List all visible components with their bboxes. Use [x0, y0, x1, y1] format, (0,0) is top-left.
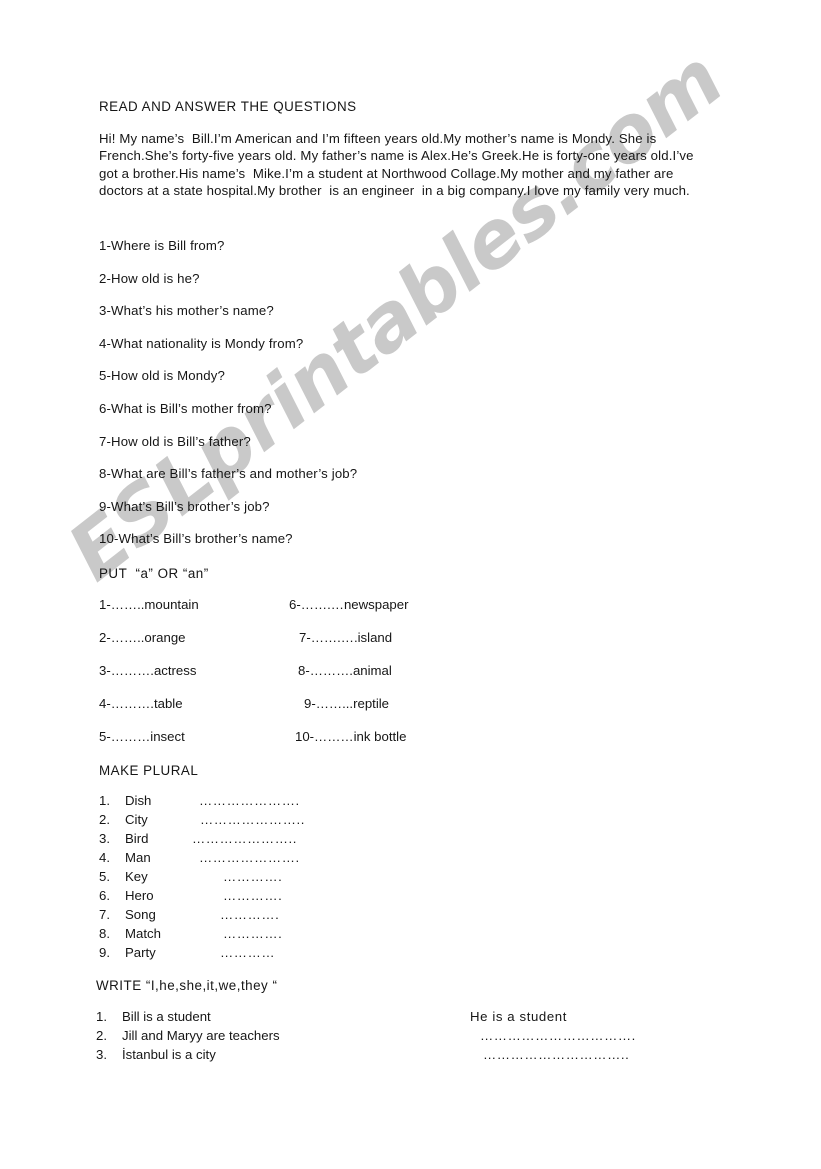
question-item: 1-Where is Bill from? — [99, 238, 225, 253]
plural-answer-blank[interactable]: ………… — [220, 945, 275, 960]
worksheet-content: READ AND ANSWER THE QUESTIONS Hi! My nam… — [0, 0, 821, 1169]
plural-exercise-row: 1. Dish …………………. — [99, 793, 459, 812]
plural-exercise-row: 3. Bird ………………….. — [99, 831, 459, 850]
pronoun-answer-blank[interactable]: ……………………………. — [480, 1028, 636, 1043]
plural-answer-blank[interactable]: ………………….. — [192, 831, 297, 846]
plural-item-word: Match — [125, 926, 161, 941]
pronoun-exercise-list: 1. Bill is a student He is a student 2. Jill… — [96, 1009, 716, 1066]
article-exercise-row: 1-……..mountain 6-…….…newspaper — [99, 597, 519, 630]
plural-exercise-row: 2. City ………………….. — [99, 812, 459, 831]
plural-item-number: 7. — [99, 907, 110, 922]
question-item: 2-How old is he? — [99, 270, 200, 286]
article-item-right: 9-……...reptile — [304, 696, 390, 711]
plural-item-word: Key — [125, 869, 148, 884]
reading-paragraph: Hi! My name’s Bill.I’m American and I’m … — [99, 131, 698, 199]
plural-answer-blank[interactable]: …………. — [220, 907, 279, 922]
pronoun-item-number: 2. — [96, 1028, 107, 1043]
plural-item-number: 3. — [99, 831, 110, 846]
plural-answer-blank[interactable]: …………. — [223, 926, 282, 941]
article-item-left: 3-……….actress — [99, 663, 197, 678]
plural-exercise-row: 6. Hero …………. — [99, 888, 459, 907]
plural-exercise-row: 5. Key …………. — [99, 869, 459, 888]
plural-exercise-row: 9. Party ………… — [99, 945, 459, 964]
pronoun-exercise-row: 3. İstanbul is a city ………………………….. — [96, 1047, 716, 1066]
question-item: 3-What’s his mother’s name? — [99, 303, 274, 319]
plural-section-heading: MAKE PLURAL — [99, 763, 199, 778]
article-section-heading: PUT “a” OR “an” — [99, 566, 209, 581]
pronoun-section-heading: WRITE “I,he,she,it,we,they “ — [96, 978, 278, 993]
article-exercise-row: 5-………insect 10-………ink bottle — [99, 729, 519, 762]
plural-item-word: City — [125, 812, 148, 827]
question-item: 9-What’s Bill’s brother’s job? — [99, 498, 270, 514]
plural-exercise-list: 1. Dish…………………. 2. City………………….. 3. Bird……………… — [99, 793, 459, 964]
article-item-right: 10-………ink bottle — [295, 729, 407, 744]
plural-answer-blank[interactable]: …………. — [223, 869, 282, 884]
question-item: 5-How old is Mondy? — [99, 368, 225, 384]
article-item-right: 6-…….…newspaper — [289, 597, 409, 612]
plural-exercise-row: 4. Man …………………. — [99, 850, 459, 869]
plural-item-word: Hero — [125, 888, 154, 903]
pronoun-example-answer: He is a student — [470, 1009, 567, 1024]
worksheet-page: ESLprintables.com READ AND ANSWER THE QU… — [0, 0, 821, 1169]
pronoun-item-sentence: Jill and Maryy are teachers — [122, 1028, 280, 1043]
pronoun-answer-blank[interactable]: ………………………….. — [483, 1047, 629, 1062]
article-item-right: 8-……….animal — [298, 663, 392, 678]
article-exercise-row: 4-……….table 9-……...reptile — [99, 696, 519, 729]
question-item: 4-What nationality is Mondy from? — [99, 335, 304, 351]
plural-item-word: Man — [125, 850, 151, 865]
question-item: 6-What is Bill’s mother from? — [99, 400, 272, 416]
plural-item-word: Song — [125, 907, 156, 922]
plural-item-number: 2. — [99, 812, 110, 827]
article-item-left: 4-……….table — [99, 696, 183, 711]
page-title: READ AND ANSWER THE QUESTIONS — [99, 99, 357, 114]
plural-item-word: Party — [125, 945, 156, 960]
questions-list: 1-Where is Bill from? 2-How old is he? 3-W… — [99, 238, 599, 564]
article-item-left: 1-……..mountain — [99, 597, 199, 612]
plural-exercise-row: 7. Song …………. — [99, 907, 459, 926]
plural-item-word: Bird — [125, 831, 149, 846]
plural-item-number: 5. — [99, 869, 110, 884]
plural-item-word: Dish — [125, 793, 152, 808]
pronoun-item-number: 3. — [96, 1047, 107, 1062]
question-item: 7-How old is Bill’s father? — [99, 433, 251, 449]
plural-item-number: 1. — [99, 793, 110, 808]
plural-answer-blank[interactable]: …………. — [223, 888, 282, 903]
plural-item-number: 8. — [99, 926, 110, 941]
plural-item-number: 9. — [99, 945, 110, 960]
pronoun-item-number: 1. — [96, 1009, 107, 1024]
plural-answer-blank[interactable]: …………………. — [199, 793, 300, 808]
article-exercise-row: 2-……..orange 7-…….….island — [99, 630, 519, 663]
article-exercise-grid: 1-……..mountain 6-…….…newspaper 2-……..orang… — [99, 597, 519, 762]
article-item-right: 7-…….….island — [299, 630, 393, 645]
pronoun-exercise-row: 1. Bill is a student He is a student — [96, 1009, 716, 1028]
plural-answer-blank[interactable]: …………………. — [199, 850, 300, 865]
plural-item-number: 4. — [99, 850, 110, 865]
plural-answer-blank[interactable]: ………………….. — [200, 812, 305, 827]
question-item: 8-What are Bill’s father’s and mother’s … — [99, 466, 358, 482]
article-exercise-row: 3-……….actress 8-……….animal — [99, 663, 519, 696]
pronoun-exercise-row: 2. Jill and Maryy are teachers ……………………………… — [96, 1028, 716, 1047]
plural-exercise-row: 8. Match …………. — [99, 926, 459, 945]
article-item-left: 2-……..orange — [99, 630, 186, 645]
question-item: 10-What’s Bill’s brother’s name? — [99, 531, 293, 547]
pronoun-item-sentence: Bill is a student — [122, 1009, 211, 1024]
plural-item-number: 6. — [99, 888, 110, 903]
pronoun-item-sentence: İstanbul is a city — [122, 1047, 216, 1062]
article-item-left: 5-………insect — [99, 729, 185, 744]
